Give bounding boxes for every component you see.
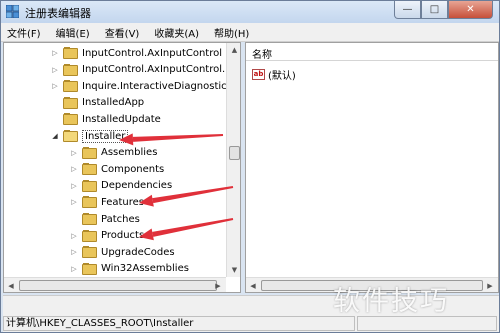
- scroll-right-arrow-icon[interactable]: ▶: [211, 278, 225, 292]
- tree-item-patches[interactable]: Patches: [70, 211, 140, 227]
- tree-horizontal-scrollbar[interactable]: ◀ ▶: [4, 277, 226, 292]
- tree-item-label: Components: [101, 163, 165, 175]
- tree-vertical-scrollbar[interactable]: ▲ ▼: [226, 43, 240, 277]
- tree-item-installer[interactable]: ◢ Installer: [51, 128, 129, 144]
- tree-item-label: UpgradeCodes: [101, 246, 175, 258]
- folder-icon: [63, 130, 78, 142]
- status-panel: [357, 316, 497, 331]
- key-tree-pane[interactable]: ▷ InputControl.AxInputControl ▷ InputContro…: [3, 42, 241, 293]
- menu-help[interactable]: 帮助(H): [214, 25, 249, 40]
- tree-item-label: Patches: [101, 213, 140, 225]
- expand-arrow-icon[interactable]: ▷: [51, 82, 59, 90]
- menu-bar: 文件(F) 编辑(E) 查看(V) 收藏夹(A) 帮助(H): [1, 23, 499, 42]
- folder-icon: [82, 262, 97, 275]
- expand-arrow-icon[interactable]: ▷: [70, 232, 78, 240]
- tree-item-label: Win32Assemblies: [101, 263, 189, 275]
- expand-arrow-icon: [70, 215, 78, 223]
- folder-icon: [63, 96, 78, 109]
- tree-item-label: Dependencies: [101, 180, 173, 192]
- menu-edit[interactable]: 编辑(E): [56, 25, 90, 40]
- tree-item-upgradecodes[interactable]: ▷ UpgradeCodes: [70, 244, 175, 260]
- value-row-default[interactable]: ab (默认): [252, 67, 296, 82]
- registry-editor-window: 注册表编辑器 — □ ✕ 文件(F) 编辑(E) 查看(V) 收藏夹(A) 帮助…: [0, 0, 500, 333]
- tree-item-installedupdate[interactable]: InstalledUpdate: [51, 111, 161, 127]
- tree-item-assemblies[interactable]: ▷ Assemblies: [70, 145, 157, 161]
- scroll-up-arrow-icon[interactable]: ▲: [227, 43, 240, 57]
- tree-item-label: InputControl.AxInputControl.1: [82, 64, 232, 76]
- tree-item-label: InstalledUpdate: [82, 113, 161, 125]
- scroll-down-arrow-icon[interactable]: ▼: [227, 263, 240, 277]
- column-header-name[interactable]: 名称: [246, 43, 498, 61]
- folder-icon: [82, 146, 97, 159]
- tree-item-components[interactable]: ▷ Components: [70, 161, 164, 177]
- menu-favorites[interactable]: 收藏夹(A): [154, 25, 199, 40]
- menu-file[interactable]: 文件(F): [7, 25, 41, 40]
- tree-item-dependencies[interactable]: ▷ Dependencies: [70, 178, 172, 194]
- minimize-button[interactable]: —: [394, 1, 421, 19]
- folder-icon: [82, 246, 97, 259]
- tree-vertical-scroll-thumb[interactable]: [229, 146, 240, 160]
- status-path: 计算机\HKEY_CLASSES_ROOT\Installer: [3, 316, 355, 331]
- expand-arrow-icon[interactable]: ▷: [51, 66, 59, 74]
- expand-arrow-icon[interactable]: ▷: [51, 49, 59, 57]
- tree-item-inputcontrol-axinputcontrol-1[interactable]: ▷ InputControl.AxInputControl.1: [51, 62, 232, 78]
- folder-icon: [63, 80, 78, 93]
- caption-buttons: — □ ✕: [394, 1, 493, 20]
- tree-item-label: Features: [101, 196, 144, 208]
- folder-icon: [63, 63, 78, 76]
- folder-icon: [63, 113, 78, 126]
- folder-icon: [82, 179, 97, 192]
- maximize-button[interactable]: □: [421, 1, 448, 19]
- scroll-right-arrow-icon[interactable]: ▶: [483, 278, 497, 292]
- scroll-left-arrow-icon[interactable]: ◀: [246, 278, 260, 292]
- collapse-arrow-icon[interactable]: ◢: [51, 132, 59, 140]
- tree-item-label: Products: [101, 230, 145, 242]
- registry-editor-icon: [6, 5, 19, 18]
- watermark-text: 软件技巧: [333, 286, 449, 317]
- tree-item-inquire-interactivediagnosticsa[interactable]: ▷ Inquire.InteractiveDiagnosticsA: [51, 78, 239, 94]
- expand-arrow-icon: [51, 99, 59, 107]
- expand-arrow-icon[interactable]: ▷: [70, 198, 78, 206]
- tree-item-installedapp[interactable]: InstalledApp: [51, 95, 144, 111]
- column-header-label: 名称: [252, 50, 272, 61]
- value-name: (默认): [268, 70, 296, 82]
- menu-view[interactable]: 查看(V): [105, 25, 140, 40]
- tree-horizontal-scroll-thumb[interactable]: [19, 280, 217, 291]
- tree-item-products[interactable]: ▷ Products: [70, 228, 144, 244]
- expand-arrow-icon[interactable]: ▷: [70, 265, 78, 273]
- tree-item-inputcontrol-axinputcontrol[interactable]: ▷ InputControl.AxInputControl: [51, 45, 222, 61]
- tree-item-label: InstalledApp: [82, 97, 145, 109]
- folder-icon: [82, 229, 97, 242]
- scroll-left-arrow-icon[interactable]: ◀: [4, 278, 18, 292]
- window-title: 注册表编辑器: [25, 7, 91, 20]
- folder-icon: [82, 213, 97, 225]
- expand-arrow-icon[interactable]: ▷: [70, 248, 78, 256]
- string-value-icon: ab: [252, 68, 265, 80]
- tree-item-win32assemblies[interactable]: ▷ Win32Assemblies: [70, 261, 189, 277]
- expand-arrow-icon: [51, 115, 59, 123]
- close-button[interactable]: ✕: [448, 1, 493, 19]
- tree-item-features[interactable]: ▷ Features: [70, 194, 144, 210]
- expand-arrow-icon[interactable]: ▷: [70, 149, 78, 157]
- tree-item-label: Inquire.InteractiveDiagnosticsA: [82, 80, 239, 92]
- tree-item-label: Installer: [82, 129, 129, 143]
- folder-icon: [82, 163, 97, 176]
- folder-icon: [82, 196, 97, 209]
- title-bar: 注册表编辑器 — □ ✕: [1, 1, 499, 23]
- expand-arrow-icon[interactable]: ▷: [70, 182, 78, 190]
- folder-icon: [63, 47, 78, 59]
- value-list-pane[interactable]: 名称 ab (默认) ◀ ▶: [245, 42, 499, 293]
- expand-arrow-icon[interactable]: ▷: [70, 165, 78, 173]
- tree-item-label: Assemblies: [101, 147, 158, 159]
- tree-item-label: InputControl.AxInputControl: [82, 47, 223, 59]
